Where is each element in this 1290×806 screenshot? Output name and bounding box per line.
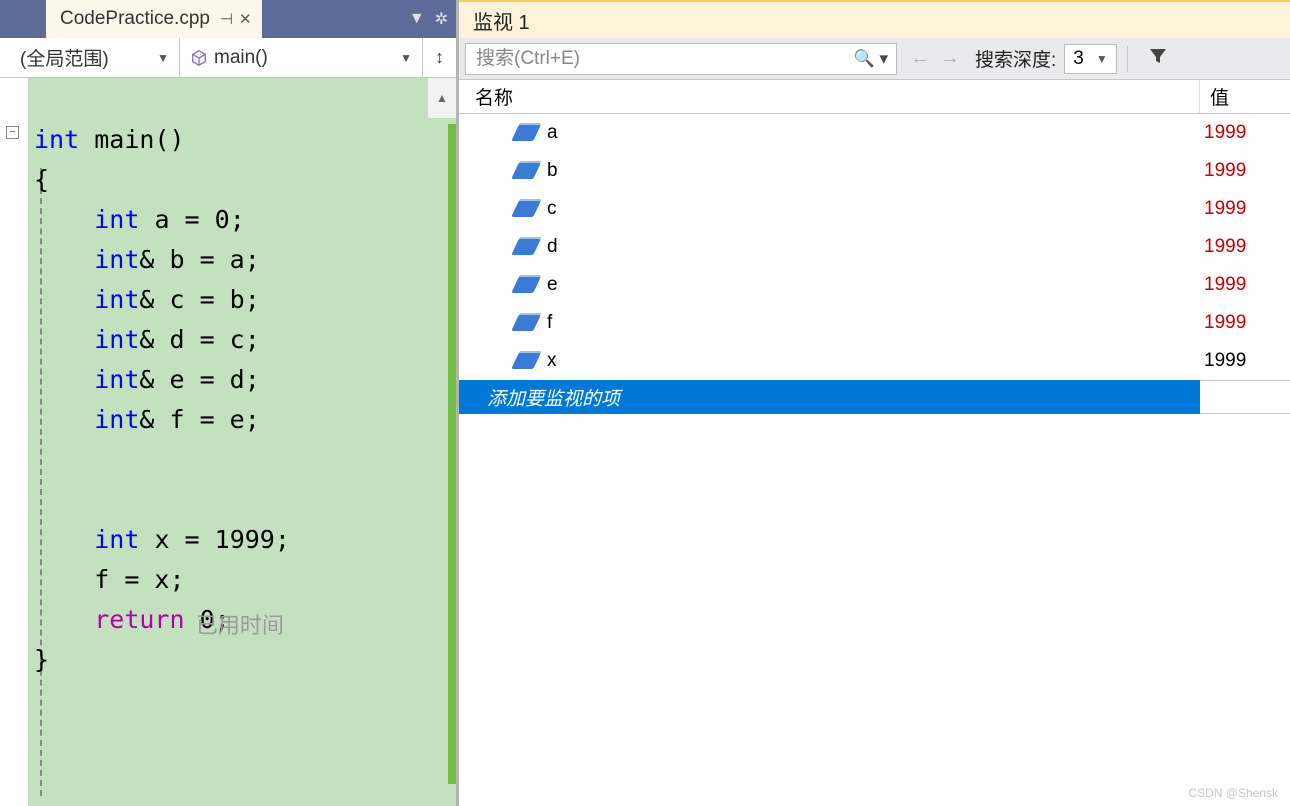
watch-row[interactable]: f 1999 [459, 304, 1290, 342]
search-icon[interactable]: 🔍 ▾ [846, 49, 896, 69]
filter-button[interactable] [1138, 46, 1178, 72]
watch-rows: a 1999 b 1999 c 1999 d 1999 e 1999 f 1999 x 1999 [459, 114, 1290, 380]
variable-icon [511, 353, 540, 369]
tab-title: CodePractice.cpp [60, 8, 210, 30]
variable-icon [511, 277, 540, 293]
cube-icon [190, 49, 208, 67]
watch-title-bar[interactable]: 监视 1 [459, 0, 1290, 38]
tab-bar: CodePractice.cpp ⊣ ✕ ▼ ✲ [0, 0, 456, 38]
chevron-down-icon: ▼ [400, 51, 412, 65]
code-line[interactable] [34, 480, 290, 520]
watch-var-name: b [547, 160, 558, 182]
code-line[interactable]: int& e = d; [34, 360, 290, 400]
chevron-down-icon: ▼ [1096, 52, 1108, 66]
watch-var-value: 1999 [1200, 350, 1290, 372]
variable-icon [511, 125, 540, 141]
gutter [0, 78, 28, 806]
nav-forward-button[interactable]: → [935, 47, 965, 70]
search-input[interactable] [466, 48, 846, 70]
depth-value: 3 [1073, 48, 1084, 70]
code-editor-pane: CodePractice.cpp ⊣ ✕ ▼ ✲ (全局范围) ▼ main()… [0, 0, 459, 806]
variable-icon [511, 239, 540, 255]
scope-function-dropdown[interactable]: main() ▼ [180, 38, 422, 77]
watch-var-name: e [547, 274, 558, 296]
tab-codepractice[interactable]: CodePractice.cpp ⊣ ✕ [46, 0, 262, 38]
watch-row[interactable]: x 1999 [459, 342, 1290, 380]
variable-icon [511, 315, 540, 331]
code-line[interactable]: int a = 0; [34, 200, 290, 240]
nav-back-button[interactable]: ← [905, 47, 935, 70]
watch-title: 监视 1 [473, 6, 530, 35]
code-line[interactable]: int x = 1999; [34, 520, 290, 560]
separator [1127, 46, 1128, 72]
scope-bar: (全局范围) ▼ main() ▼ ↕ [0, 38, 456, 78]
code-line[interactable]: f = x; [34, 560, 290, 600]
watch-var-name: c [547, 198, 557, 220]
watch-pane: 监视 1 🔍 ▾ ← → 搜索深度: 3 ▼ 名称 值 a 1999 b 1999 c 1… [459, 0, 1290, 806]
close-icon[interactable]: ✕ [239, 10, 252, 28]
watch-var-value: 1999 [1200, 274, 1290, 296]
col-value-header[interactable]: 值 [1200, 80, 1290, 113]
watch-var-name: x [547, 350, 557, 372]
code-line[interactable]: int& d = c; [34, 320, 290, 360]
code-line[interactable]: int& b = a; [34, 240, 290, 280]
watch-var-name: d [547, 236, 558, 258]
watch-row[interactable]: a 1999 [459, 114, 1290, 152]
depth-select[interactable]: 3 ▼ [1064, 44, 1116, 74]
scope-global-dropdown[interactable]: (全局范围) ▼ [0, 38, 180, 77]
variable-icon [511, 163, 540, 179]
code-line[interactable] [34, 440, 290, 480]
watch-var-value: 1999 [1200, 236, 1290, 258]
code-line[interactable]: int& f = e; [34, 400, 290, 440]
add-watch-label: 添加要监视的项 [487, 384, 620, 411]
watch-var-name: f [547, 312, 552, 334]
scope-global-label: (全局范围) [20, 44, 109, 71]
watch-row[interactable]: c 1999 [459, 190, 1290, 228]
code-area[interactable]: − int main(){ int a = 0; int& b = a; int… [0, 78, 456, 806]
pin-icon[interactable]: ⊣ [220, 10, 233, 28]
code-line[interactable]: int& c = b; [34, 280, 290, 320]
collapse-toggle[interactable]: − [6, 126, 19, 139]
change-indicator [448, 124, 456, 784]
watch-var-name: a [547, 122, 558, 144]
watch-var-value: 1999 [1200, 122, 1290, 144]
watch-var-value: 1999 [1200, 160, 1290, 182]
watch-var-value: 1999 [1200, 312, 1290, 334]
split-editor-button[interactable]: ↕ [422, 38, 456, 77]
watch-header: 名称 值 [459, 80, 1290, 114]
dropdown-icon[interactable]: ▼ [409, 10, 425, 28]
watch-var-value: 1999 [1200, 198, 1290, 220]
gear-icon[interactable]: ✲ [435, 9, 448, 29]
search-box[interactable]: 🔍 ▾ [465, 43, 897, 75]
chevron-down-icon: ▼ [157, 51, 169, 65]
watermark: CSDN @Shensk [1188, 786, 1278, 800]
watch-row[interactable]: b 1999 [459, 152, 1290, 190]
watch-row[interactable]: d 1999 [459, 228, 1290, 266]
depth-label: 搜索深度: [975, 45, 1056, 72]
code-line[interactable]: { [34, 160, 290, 200]
code-line[interactable]: return 0;已用时间 [34, 600, 290, 640]
code-line[interactable]: int main() [34, 120, 290, 160]
watch-row[interactable]: e 1999 [459, 266, 1290, 304]
code-line[interactable]: } [34, 640, 290, 680]
watch-toolbar: 🔍 ▾ ← → 搜索深度: 3 ▼ [459, 38, 1290, 80]
scroll-up-button[interactable]: ▲ [428, 78, 456, 118]
variable-icon [511, 201, 540, 217]
add-watch-row[interactable]: 添加要监视的项 [459, 380, 1290, 414]
scope-function-label: main() [214, 47, 400, 69]
code-text[interactable]: int main(){ int a = 0; int& b = a; int& … [28, 78, 290, 806]
col-name-header[interactable]: 名称 [459, 80, 1200, 113]
